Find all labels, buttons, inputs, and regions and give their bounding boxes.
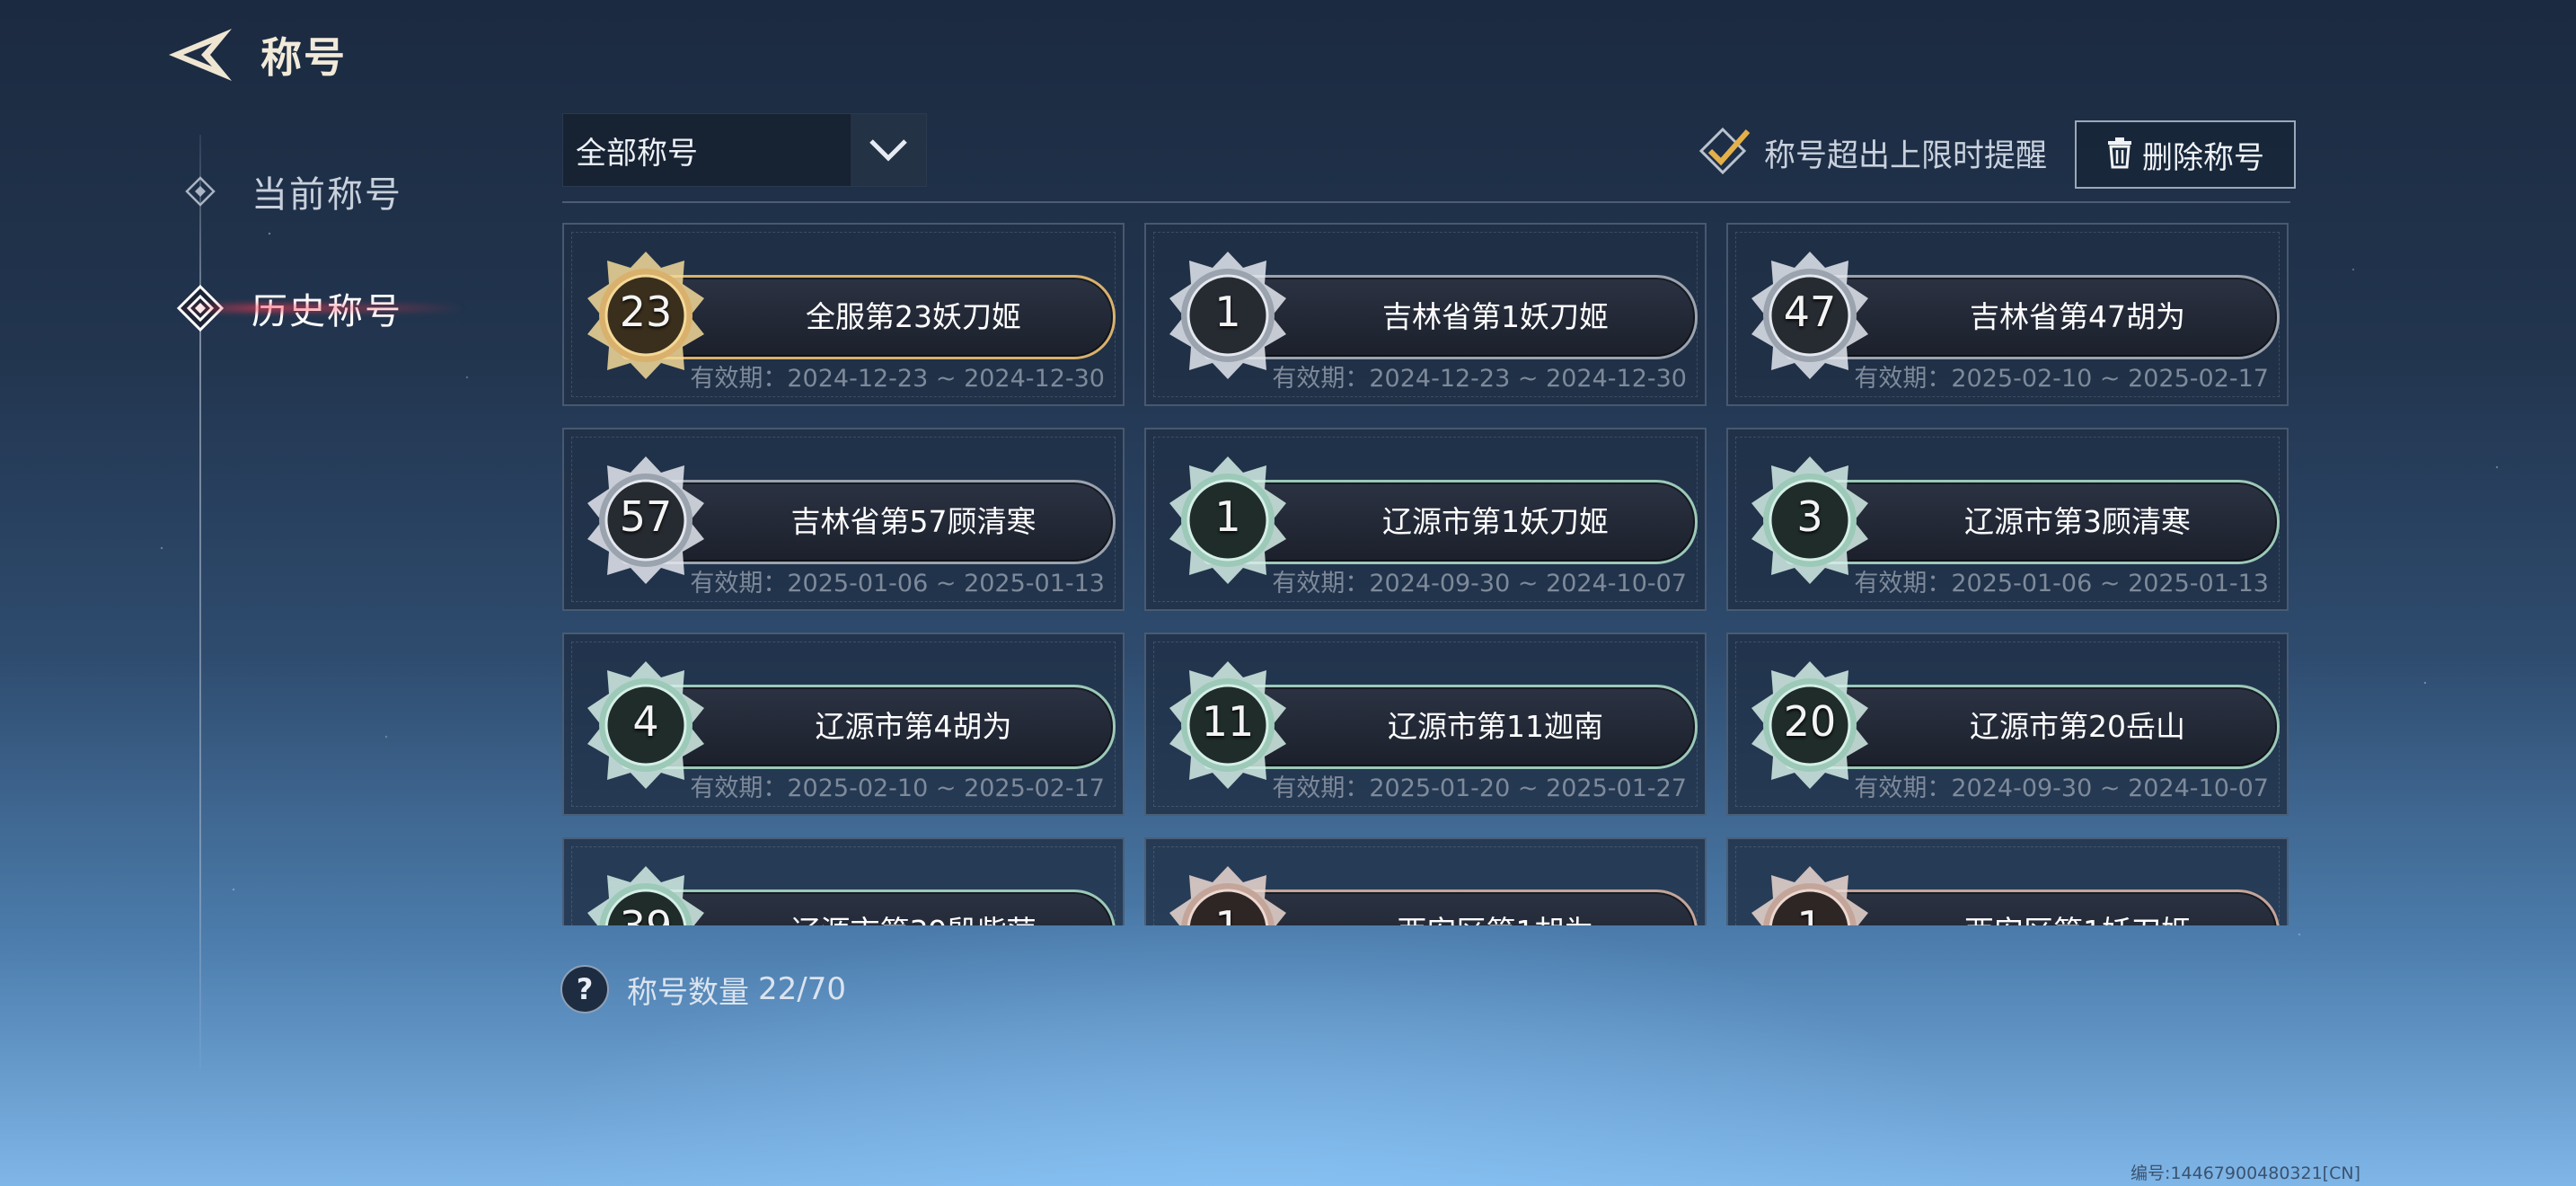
- header-divider: [562, 201, 2290, 203]
- titles-grid: 全服第23妖刀姬 23 有效期：2024-12-23 ~ 2024-12-30 …: [562, 223, 2294, 925]
- title-name: 西安区第1妖刀姬: [1896, 892, 2259, 925]
- titles-scroll-area[interactable]: 全服第23妖刀姬 23 有效期：2024-12-23 ~ 2024-12-30 …: [562, 223, 2294, 925]
- title-count-value: 22/70: [758, 971, 846, 1007]
- title-count: ? 称号数量 22/70: [560, 965, 846, 1013]
- chevron-down-icon: [851, 114, 926, 186]
- serial-number: 编号:14467900480321[CN]: [2130, 1164, 2360, 1183]
- title-card[interactable]: 辽源市第3顾清寒 3 有效期：2025-01-06 ~ 2025-01-13: [1726, 428, 2289, 611]
- title-card[interactable]: 全服第23妖刀姬 23 有效期：2024-12-23 ~ 2024-12-30: [562, 223, 1125, 406]
- validity-text: 有效期：2025-02-10 ~ 2025-02-17: [1854, 365, 2269, 393]
- title-name: 吉林省第1妖刀姬: [1382, 299, 1609, 334]
- title-card[interactable]: 西安区第1胡为 1: [1144, 837, 1707, 925]
- rank-number: 20: [1783, 697, 1837, 746]
- title-card[interactable]: 辽源市第11迦南 11 有效期：2025-01-20 ~ 2025-01-27: [1144, 633, 1707, 816]
- validity-text: 有效期：2025-02-10 ~ 2025-02-17: [690, 774, 1105, 802]
- sidebar-item-history-titles[interactable]: 历史称号: [176, 277, 402, 340]
- rank-medal-icon: 1: [1742, 863, 1877, 925]
- title-name: 辽源市第39殷紫萍: [732, 892, 1095, 925]
- diamond-active-icon: [176, 284, 225, 332]
- sidebar-item-label: 历史称号: [251, 291, 402, 332]
- title-count-label: 称号数量: [627, 974, 749, 1011]
- rank-number: 3: [1796, 492, 1823, 541]
- sidebar-timeline: [199, 135, 201, 1069]
- page-title: 称号: [260, 33, 347, 82]
- title-card[interactable]: 辽源市第4胡为 4 有效期：2025-02-10 ~ 2025-02-17: [562, 633, 1125, 816]
- title-card[interactable]: 吉林省第57顾清寒 57 有效期：2025-01-06 ~ 2025-01-13: [562, 428, 1125, 611]
- title-name: 辽源市第3顾清寒: [1964, 504, 2191, 539]
- rank-number: 39: [578, 902, 713, 925]
- title-name: 辽源市第20岳山: [1970, 709, 2185, 744]
- rank-number: 11: [1201, 697, 1255, 746]
- sidebar-item-label: 当前称号: [251, 174, 402, 216]
- validity-text: 有效期：2025-01-20 ~ 2025-01-27: [1272, 774, 1687, 802]
- limit-reminder-checkbox[interactable]: 称号超出上限时提醒: [1698, 126, 2047, 180]
- rank-number: 4: [632, 697, 659, 746]
- title-card[interactable]: 吉林省第1妖刀姬 1 有效期：2024-12-23 ~ 2024-12-30: [1144, 223, 1707, 406]
- dropdown-selected-value: 全部称号: [576, 135, 698, 172]
- title-filter-dropdown[interactable]: 全部称号: [562, 113, 927, 187]
- title-name: 辽源市第11迦南: [1388, 709, 1603, 744]
- rank-number: 1: [1214, 492, 1241, 541]
- rank-number: 1: [1742, 902, 1877, 925]
- validity-text: 有效期：2024-09-30 ~ 2024-10-07: [1854, 774, 2269, 802]
- rank-medal-icon: 39: [578, 863, 713, 925]
- delete-button-label: 删除称号: [2142, 139, 2264, 176]
- trash-icon: [2106, 137, 2133, 173]
- validity-text: 有效期：2025-01-06 ~ 2025-01-13: [1854, 570, 2269, 597]
- validity-text: 有效期：2024-12-23 ~ 2024-12-30: [1272, 365, 1687, 393]
- title-name: 全服第23妖刀姬: [806, 299, 1021, 334]
- title-name: 辽源市第4胡为: [815, 709, 1012, 744]
- title-name: 辽源市第1妖刀姬: [1382, 504, 1609, 539]
- delete-title-button[interactable]: 删除称号: [2075, 120, 2296, 189]
- title-card[interactable]: 吉林省第47胡为 47 有效期：2025-02-10 ~ 2025-02-17: [1726, 223, 2289, 406]
- validity-text: 有效期：2025-01-06 ~ 2025-01-13: [690, 570, 1105, 597]
- back-arrow-icon[interactable]: [165, 27, 237, 83]
- validity-text: 有效期：2024-12-23 ~ 2024-12-30: [690, 365, 1105, 393]
- title-card[interactable]: 辽源市第39殷紫萍 39: [562, 837, 1125, 925]
- title-card[interactable]: 辽源市第20岳山 20 有效期：2024-09-30 ~ 2024-10-07: [1726, 633, 2289, 816]
- rank-number: 47: [1783, 288, 1837, 336]
- title-name: 吉林省第47胡为: [1970, 299, 2185, 334]
- title-name: 吉林省第57顾清寒: [790, 504, 1037, 539]
- validity-text: 有效期：2024-09-30 ~ 2024-10-07: [1272, 570, 1687, 597]
- rank-number: 1: [1160, 902, 1295, 925]
- reminder-label: 称号超出上限时提醒: [1764, 137, 2048, 174]
- title-card[interactable]: 西安区第1妖刀姬 1: [1726, 837, 2289, 925]
- question-icon[interactable]: ?: [560, 965, 609, 1013]
- title-card[interactable]: 辽源市第1妖刀姬 1 有效期：2024-09-30 ~ 2024-10-07: [1144, 428, 1707, 611]
- checkbox-check-icon: [1698, 126, 1751, 180]
- rank-number: 1: [1214, 288, 1241, 336]
- title-name: 西安区第1胡为: [1314, 892, 1677, 925]
- rank-medal-icon: 1: [1160, 863, 1295, 925]
- rank-number: 23: [619, 288, 673, 336]
- rank-number: 57: [619, 492, 673, 541]
- diamond-icon: [176, 167, 225, 216]
- sidebar-item-current-titles[interactable]: 当前称号: [176, 160, 402, 223]
